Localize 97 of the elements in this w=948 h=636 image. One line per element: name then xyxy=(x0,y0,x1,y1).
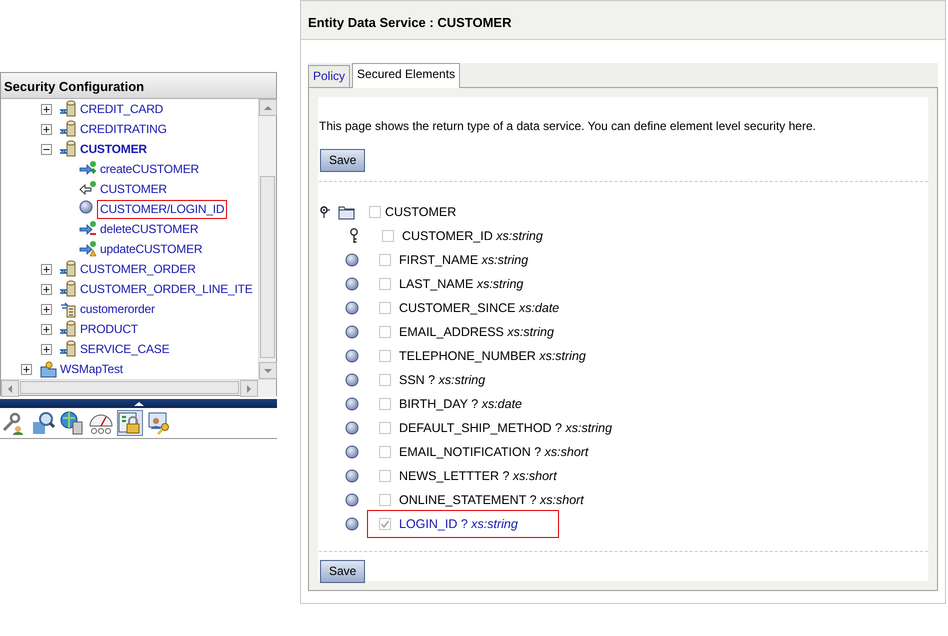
checkbox[interactable] xyxy=(379,374,391,386)
tree-item[interactable]: SERVICE_CASE xyxy=(77,340,172,358)
expand-toggle[interactable] xyxy=(21,364,32,374)
arrow-minus-icon xyxy=(79,220,97,238)
globe-icon xyxy=(59,410,85,436)
checkbox[interactable] xyxy=(379,470,391,482)
element-label: CUSTOMER xyxy=(385,204,456,221)
folder-icon xyxy=(338,204,355,220)
expand-toggle[interactable] xyxy=(41,264,52,274)
checkbox[interactable] xyxy=(379,278,391,290)
scrollbar-thumb[interactable] xyxy=(260,176,275,358)
checkbox[interactable] xyxy=(379,398,391,410)
sphere-icon xyxy=(345,373,359,387)
collapse-toggle[interactable] xyxy=(41,144,52,154)
arrow-icon xyxy=(79,180,97,198)
element-label: EMAIL_NOTIFICATION ? xs:short xyxy=(399,444,588,461)
folder-icon xyxy=(39,360,57,378)
horizontal-scrollbar[interactable] xyxy=(1,379,276,395)
expand-toggle[interactable] xyxy=(41,344,52,354)
database-icon xyxy=(59,340,77,358)
toolbar-button[interactable] xyxy=(30,410,56,436)
tree-item[interactable]: CREDIT_CARD xyxy=(77,100,166,118)
sphere-icon xyxy=(345,421,359,435)
sphere-icon xyxy=(345,517,359,531)
tree-item[interactable]: CUSTOMER/LOGIN_ID xyxy=(97,200,228,218)
arrow-warning-icon xyxy=(79,240,97,258)
tree-item[interactable]: updateCUSTOMER xyxy=(97,240,206,258)
element-label: DEFAULT_SHIP_METHOD ? xs:string xyxy=(399,420,612,437)
tree-item[interactable]: WSMapTest xyxy=(57,360,126,378)
element-label: TELEPHONE_NUMBER xs:string xyxy=(399,348,586,365)
save-button[interactable]: Save xyxy=(320,149,366,172)
element-label: EMAIL_ADDRESS xs:string xyxy=(399,324,554,341)
database-icon xyxy=(59,320,77,338)
element-label: BIRTH_DAY ? xs:date xyxy=(399,396,522,413)
expand-toggle[interactable] xyxy=(41,284,52,294)
expand-toggle[interactable] xyxy=(41,324,52,334)
toolbar-button[interactable] xyxy=(59,410,85,436)
checkbox[interactable] xyxy=(379,326,391,338)
tree-item[interactable]: deleteCUSTOMER xyxy=(97,220,202,238)
tree-item[interactable]: CUSTOMER xyxy=(97,180,170,198)
database-icon xyxy=(59,140,77,158)
tree-item[interactable]: customerorder xyxy=(77,300,158,318)
magnifier-icon xyxy=(30,410,56,436)
element-label: CUSTOMER_ID xs:string xyxy=(402,228,543,245)
sphere-icon xyxy=(345,397,359,411)
checkbox[interactable] xyxy=(379,422,391,434)
database-icon xyxy=(59,100,77,118)
checkbox[interactable] xyxy=(379,494,391,506)
checkbox[interactable] xyxy=(379,302,391,314)
collapse-arrow-icon[interactable] xyxy=(134,401,144,406)
sphere-icon xyxy=(345,277,359,291)
tree-item[interactable]: CUSTOMER xyxy=(77,140,150,158)
tree-item[interactable]: CREDITRATING xyxy=(77,120,170,138)
save-button[interactable]: Save xyxy=(320,560,366,583)
sphere-icon xyxy=(345,349,359,363)
page-title: Entity Data Service : CUSTOMER xyxy=(301,1,945,40)
scroll-down-arrow-icon[interactable] xyxy=(263,368,273,374)
element-label: ONLINE_STATEMENT ? xs:short xyxy=(399,492,584,509)
expand-toggle[interactable] xyxy=(41,124,52,134)
checkbox[interactable] xyxy=(379,350,391,362)
element-label: FIRST_NAME xs:string xyxy=(399,252,528,269)
database-icon xyxy=(59,120,77,138)
tree-item[interactable]: CUSTOMER_ORDER_LINE_ITE xyxy=(77,280,256,298)
expand-toggle[interactable] xyxy=(41,304,52,314)
toolbar-button[interactable] xyxy=(117,410,143,436)
sphere-icon xyxy=(345,253,359,267)
database-icon xyxy=(59,280,77,298)
scroll-up-arrow-icon[interactable] xyxy=(263,104,273,110)
scroll-right-arrow-icon[interactable] xyxy=(246,384,252,394)
element-label: LOGIN_ID ? xs:string xyxy=(399,516,518,533)
element-label: CUSTOMER_SINCE xs:date xyxy=(399,300,560,317)
document-icon xyxy=(59,300,77,318)
checkbox[interactable] xyxy=(379,254,391,266)
tree-item[interactable]: createCUSTOMER xyxy=(97,160,202,178)
checkbox[interactable] xyxy=(382,230,394,242)
tab[interactable]: Secured Elements xyxy=(352,63,460,88)
sphere-icon xyxy=(345,493,359,507)
element-label: LAST_NAME xs:string xyxy=(399,276,524,293)
tree-item[interactable]: CUSTOMER_ORDER xyxy=(77,260,199,278)
description-text: This page shows the return type of a data service. You can define element level security here. xyxy=(319,118,817,135)
checkbox[interactable] xyxy=(369,206,381,218)
checkbox[interactable] xyxy=(379,446,391,458)
checkbox[interactable] xyxy=(379,518,391,530)
sphere-icon xyxy=(345,445,359,459)
tab[interactable]: Policy xyxy=(308,65,350,87)
element-label: NEWS_LETTTER ? xs:short xyxy=(399,468,557,485)
expand-toggle[interactable] xyxy=(41,104,52,114)
element-label: SSN ? xs:string xyxy=(399,372,486,389)
sphere-icon xyxy=(345,325,359,339)
database-icon xyxy=(59,260,77,278)
sphere-icon xyxy=(345,469,359,483)
scrollbar-thumb[interactable] xyxy=(20,381,239,394)
vertical-scrollbar[interactable] xyxy=(258,99,276,379)
scroll-left-arrow-icon[interactable] xyxy=(7,384,13,394)
tree-item[interactable]: PRODUCT xyxy=(77,320,141,338)
panel-title: Security Configuration xyxy=(1,73,276,99)
sphere-icon xyxy=(345,301,359,315)
